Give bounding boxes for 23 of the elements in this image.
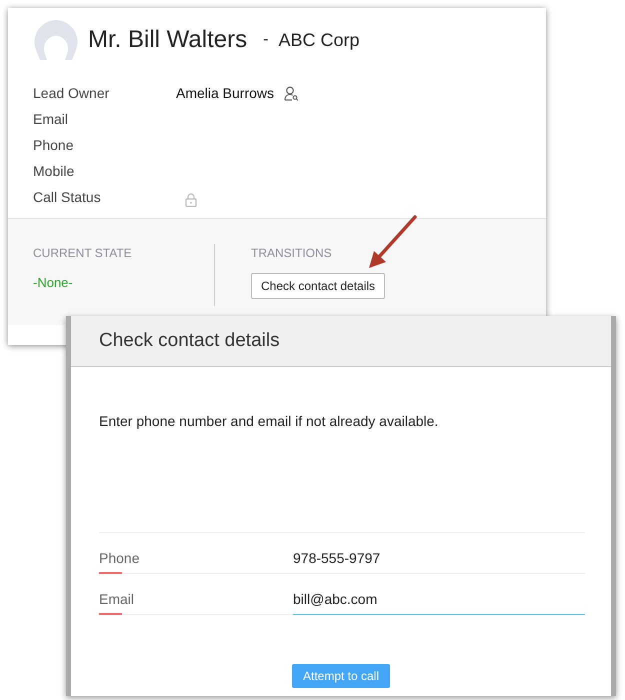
user-search-icon[interactable] [284,86,300,100]
field-label: Email [33,110,70,128]
avatar-icon [34,20,78,60]
field-label: Lead Owner [33,84,110,102]
lock-icon [185,193,197,207]
name-separator: - [263,30,268,50]
field-label: Phone [33,136,74,154]
company-name: ABC Corp [278,28,360,52]
annotation-arrow [366,214,418,270]
dialog-message: Enter phone number and email if not already available. [99,412,440,431]
state-value: -None- [33,275,73,290]
field-value: Amelia Burrows [176,84,274,102]
section-heading: CURRENT STATE [33,245,133,262]
input-field[interactable]: 978-555-9797 [293,548,585,574]
input-field[interactable]: bill@abc.com [293,589,585,615]
field-label: Call Status [33,188,102,206]
section-heading: TRANSITIONS [251,245,333,262]
dialog-title: Check contact details [99,328,280,353]
field-label: Phone [99,548,293,574]
field-label: Email [99,589,293,615]
transition-button[interactable]: Check contact details [251,273,386,299]
field-label: Mobile [33,162,76,180]
contact-name: Mr. Bill Walters [88,25,248,55]
